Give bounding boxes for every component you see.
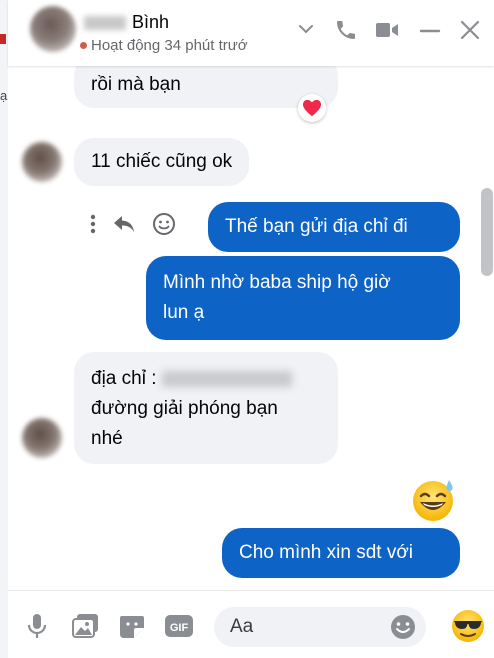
input-placeholder: Aa <box>230 616 254 637</box>
emoji-picker-icon[interactable] <box>388 612 418 647</box>
incoming-message[interactable]: địa chỉ : đường giải phóng bạn nhé <box>74 352 338 464</box>
activity-status: Hoạt động 34 phút trướ <box>80 37 248 54</box>
avatar[interactable] <box>30 6 76 52</box>
heart-reaction[interactable] <box>298 94 326 122</box>
scrollbar[interactable] <box>480 66 494 590</box>
chat-header: Bình Hoạt động 34 phút trướ <box>8 0 494 66</box>
react-smiley-icon[interactable] <box>152 212 176 236</box>
message-line: lun ạ <box>163 302 205 323</box>
background-text-fragment: ạ <box>0 88 8 103</box>
message-text: Cho mình xin sdt với <box>239 542 414 563</box>
sweat-smile-emoji[interactable] <box>408 474 458 529</box>
minimize-icon[interactable] <box>418 18 442 47</box>
incoming-message[interactable]: 11 chiếc cũng ok <box>74 138 250 186</box>
video-call-icon[interactable] <box>374 18 400 47</box>
sticker-icon[interactable] <box>118 613 146 644</box>
close-icon[interactable] <box>458 18 482 47</box>
message-line: Mình nhờ baba ship hộ giờ <box>163 272 391 293</box>
contact-name[interactable]: Bình <box>84 12 169 33</box>
chat-window: Bình Hoạt động 34 phút trướ rồi mà bạn 1… <box>8 0 494 658</box>
message-input[interactable]: Aa <box>214 607 426 647</box>
svg-text:GIF: GIF <box>170 622 189 634</box>
background-marker <box>0 34 6 44</box>
message-actions <box>90 212 192 236</box>
message-text: Thế bạn gửi địa chỉ đi <box>225 216 408 237</box>
blurred-address <box>161 370 292 387</box>
message-line: đường giải phóng bạn <box>91 398 278 419</box>
more-options-icon[interactable] <box>90 214 96 234</box>
chevron-down-icon[interactable] <box>298 22 314 40</box>
outgoing-message[interactable]: Mình nhờ baba ship hộ giờ lun ạ <box>146 256 460 340</box>
phone-icon[interactable] <box>334 18 358 47</box>
status-dot <box>80 42 87 49</box>
message-line: nhé <box>91 428 123 449</box>
scrollbar-thumb[interactable] <box>481 188 493 276</box>
avatar[interactable] <box>22 142 62 182</box>
reply-icon[interactable] <box>112 214 136 234</box>
outgoing-message[interactable]: Thế bạn gửi địa chỉ đi <box>208 202 460 252</box>
image-icon[interactable] <box>72 613 100 644</box>
message-text: 11 chiếc cũng ok <box>91 151 233 172</box>
sunglasses-emoji-icon[interactable] <box>450 608 486 649</box>
avatar[interactable] <box>22 418 62 458</box>
blurred-name-part <box>84 16 126 31</box>
message-list: rồi mà bạn 11 chiếc cũng ok Thế bạn gửi … <box>8 56 494 590</box>
message-line: địa chỉ : <box>91 368 157 389</box>
outgoing-message[interactable]: Cho mình xin sdt với <box>222 528 460 578</box>
microphone-icon[interactable] <box>26 613 48 644</box>
gif-icon[interactable]: GIF <box>164 613 194 644</box>
message-text: rồi mà bạn <box>91 74 181 95</box>
composer-bar: GIF Aa <box>8 590 494 658</box>
